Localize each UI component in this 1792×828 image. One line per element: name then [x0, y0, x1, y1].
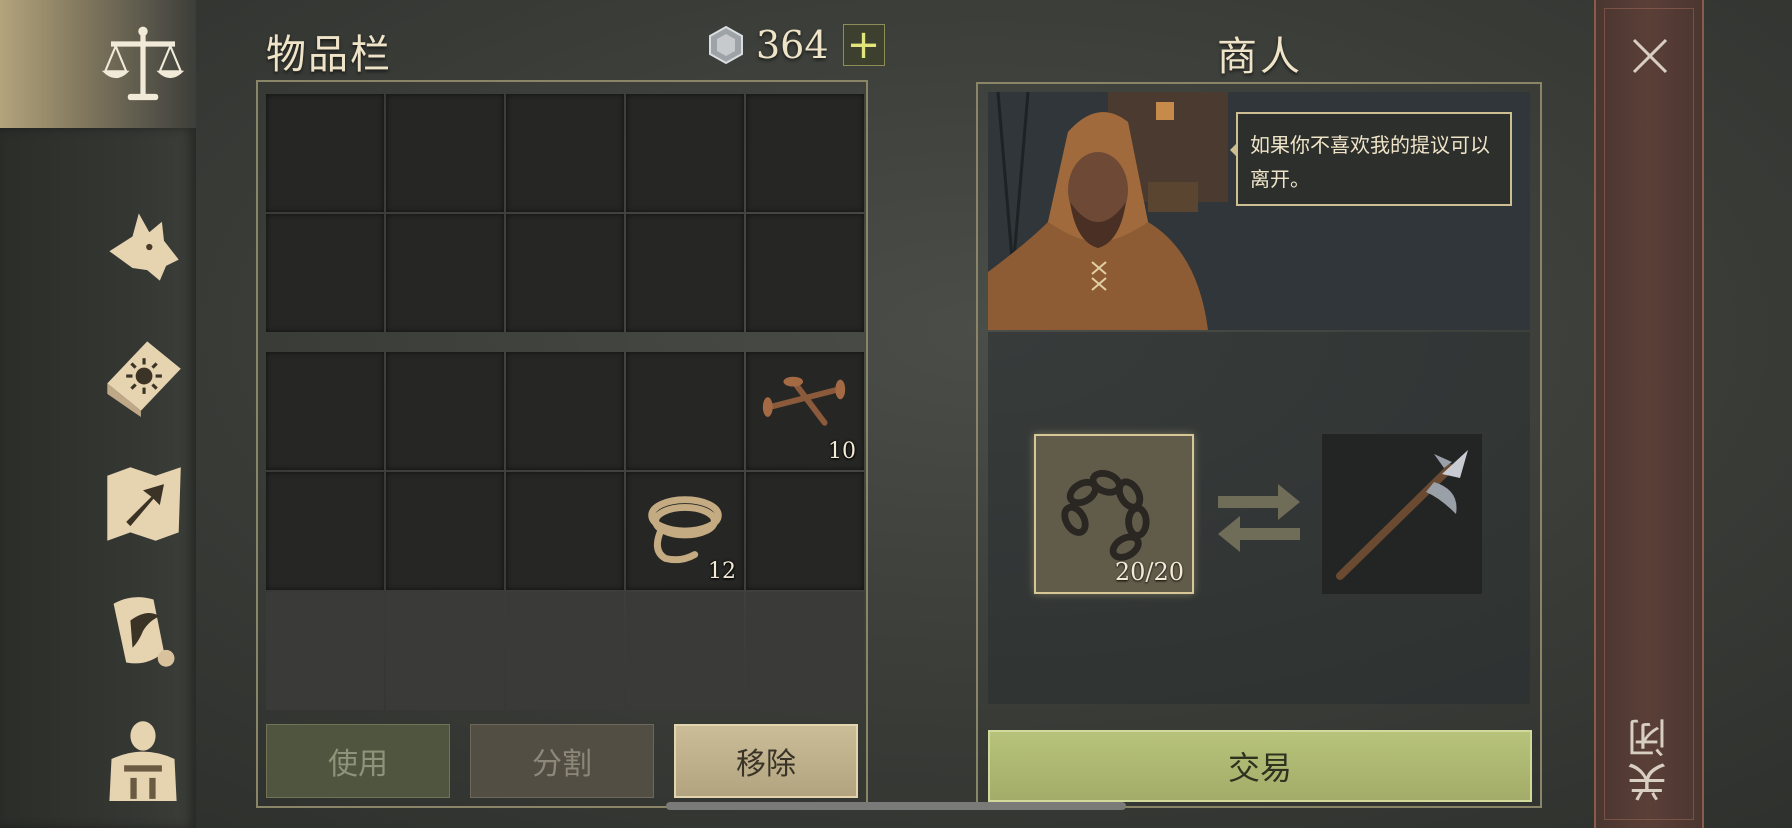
inventory-slot[interactable]: [386, 214, 504, 332]
locked-slot: [626, 592, 744, 710]
inventory-slot[interactable]: [386, 352, 504, 470]
inventory-slot[interactable]: [746, 94, 864, 212]
locked-slot: [506, 592, 624, 710]
split-button[interactable]: 分割: [470, 724, 654, 798]
inventory-slot-rope[interactable]: 12: [626, 472, 744, 590]
close-label[interactable]: 关闭: [1622, 714, 1678, 802]
inventory-slot[interactable]: [626, 214, 744, 332]
locked-slot: [746, 592, 864, 710]
wolf-head-icon[interactable]: [96, 200, 190, 294]
merchant-dialogue: 如果你不喜欢我的提议可以离开。: [1230, 112, 1512, 206]
exchange-arrows-icon: [1218, 484, 1300, 552]
use-button[interactable]: 使用: [266, 724, 450, 798]
inventory-title: 物品栏: [266, 32, 392, 78]
add-currency-button[interactable]: +: [842, 24, 885, 66]
trade-give-count: 20/20: [1114, 558, 1184, 586]
inventory-slot[interactable]: [506, 472, 624, 590]
halberd-icon: [1336, 450, 1468, 580]
character-gear-icon[interactable]: [96, 712, 190, 806]
inventory-slot[interactable]: [746, 472, 864, 590]
silver-coin-icon: [709, 25, 743, 65]
close-bar[interactable]: [1594, 0, 1704, 828]
inventory-grid-bottom: 10 12: [266, 352, 864, 710]
currency-value: 364: [756, 23, 829, 67]
item-count: 10: [828, 439, 856, 464]
inventory-slot[interactable]: [386, 472, 504, 590]
inventory-slot[interactable]: [266, 214, 384, 332]
close-icon[interactable]: [1630, 36, 1670, 76]
inventory-slot[interactable]: [626, 94, 744, 212]
inventory-slot-nails[interactable]: 10: [746, 352, 864, 470]
trade-get-slot[interactable]: [1322, 434, 1482, 594]
home-indicator[interactable]: [666, 802, 1126, 810]
inventory-slot[interactable]: [386, 94, 504, 212]
remove-button[interactable]: 移除: [674, 724, 858, 798]
trade-give-slot[interactable]: 20/20: [1034, 434, 1194, 594]
merchant-title: 商人: [1217, 34, 1303, 80]
map-arrow-icon[interactable]: [96, 456, 190, 550]
inventory-slot[interactable]: [266, 94, 384, 212]
inventory-slot[interactable]: [266, 352, 384, 470]
scroll-quill-icon[interactable]: [96, 584, 190, 678]
item-count: 12: [708, 559, 736, 584]
locked-slot: [266, 592, 384, 710]
locked-slot: [386, 592, 504, 710]
inventory-slot[interactable]: [506, 94, 624, 212]
sun-book-icon[interactable]: [96, 328, 190, 422]
currency-display: 364 +: [706, 22, 885, 68]
inventory-slot[interactable]: [266, 472, 384, 590]
inventory-slot[interactable]: [506, 352, 624, 470]
inventory-slot[interactable]: [746, 214, 864, 332]
inventory-slot[interactable]: [626, 352, 744, 470]
inventory-grid-top: [266, 94, 864, 332]
scales-icon[interactable]: [96, 18, 190, 112]
inventory-slot[interactable]: [506, 214, 624, 332]
trade-button[interactable]: 交易: [988, 730, 1532, 802]
